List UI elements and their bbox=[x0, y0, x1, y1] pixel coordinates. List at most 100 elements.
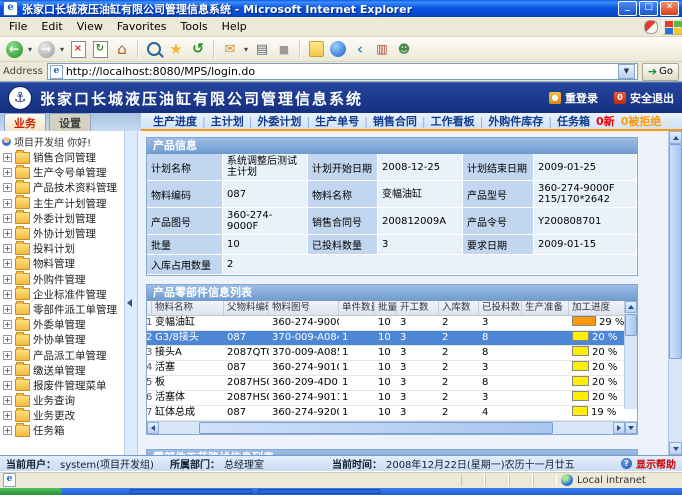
tab-1[interactable]: 设置 bbox=[49, 113, 91, 131]
column-header-9[interactable]: 加工进度 bbox=[569, 301, 627, 315]
sidebar-item-6[interactable]: +投料计划 bbox=[0, 241, 124, 256]
column-header-2[interactable]: 物料图号 bbox=[269, 301, 339, 315]
discuss-button[interactable] bbox=[306, 39, 326, 59]
scroll-down-icon[interactable] bbox=[625, 422, 637, 434]
expand-icon[interactable]: + bbox=[3, 214, 12, 223]
address-input[interactable]: e http://localhost:8080/MPS/login.do ▼ bbox=[47, 63, 638, 80]
relogin-button[interactable]: ● 重登录 bbox=[549, 90, 598, 106]
nav-item-2[interactable]: 外委计划 bbox=[257, 113, 301, 129]
mail-button[interactable]: ✉ bbox=[220, 39, 240, 59]
back-dropdown[interactable]: ▾ bbox=[26, 45, 34, 54]
sidebar-item-0[interactable]: +销售合同管理 bbox=[0, 150, 124, 165]
page-scrollbar[interactable] bbox=[668, 131, 682, 455]
expand-icon[interactable]: + bbox=[3, 229, 12, 238]
sidebar-item-18[interactable]: +任务箱 bbox=[0, 423, 124, 438]
menu-item-favorites[interactable]: Favorites bbox=[110, 18, 174, 35]
nav-item-4[interactable]: 销售合同 bbox=[373, 113, 417, 129]
stop-button[interactable]: × bbox=[68, 39, 88, 59]
expand-icon[interactable]: + bbox=[3, 396, 12, 405]
sidebar-item-5[interactable]: +外协计划管理 bbox=[0, 226, 124, 241]
sidebar-item-1[interactable]: +生产令号单管理 bbox=[0, 165, 124, 180]
search-button[interactable] bbox=[144, 39, 164, 59]
menu-item-file[interactable]: File bbox=[2, 18, 34, 35]
column-header-0[interactable]: 物料名称 bbox=[152, 301, 224, 315]
table-row[interactable]: 3接头A2087QT002370-009-A085011032820 % bbox=[147, 346, 625, 361]
forward-button[interactable]: → bbox=[36, 39, 56, 59]
nav-item-5[interactable]: 工作看板 bbox=[431, 113, 475, 129]
sidebar-item-14[interactable]: +缴送单管理 bbox=[0, 363, 124, 378]
column-header-5[interactable]: 开工数 bbox=[397, 301, 439, 315]
sidebar-item-10[interactable]: +零部件派工单管理 bbox=[0, 302, 124, 317]
expand-icon[interactable]: + bbox=[3, 275, 12, 284]
sidebar-item-15[interactable]: +报废件管理菜单 bbox=[0, 378, 124, 393]
expand-icon[interactable]: + bbox=[3, 335, 12, 344]
page-scroll-down-icon[interactable] bbox=[669, 442, 682, 455]
quicklink-button[interactable]: ‹ bbox=[350, 39, 370, 59]
print-button[interactable]: ▤ bbox=[252, 39, 272, 59]
expand-icon[interactable]: + bbox=[3, 290, 12, 299]
sidebar-item-7[interactable]: +物料管理 bbox=[0, 256, 124, 271]
table-row[interactable]: 6活塞体2087HS002360-274-9011W11032320 % bbox=[147, 391, 625, 406]
expand-icon[interactable]: + bbox=[3, 305, 12, 314]
forward-dropdown[interactable]: ▾ bbox=[58, 45, 66, 54]
table-row[interactable]: 1变幅油缸360-274-9000F1032329 % bbox=[147, 316, 625, 331]
favorites-button[interactable]: ★ bbox=[166, 39, 186, 59]
history-button[interactable]: ↺ bbox=[188, 39, 208, 59]
expand-icon[interactable]: + bbox=[3, 426, 12, 435]
table-row[interactable]: 2G3/8接头087370-009-A084011032820 % bbox=[147, 331, 625, 346]
minimize-button[interactable]: _ bbox=[618, 1, 637, 16]
menu-item-help[interactable]: Help bbox=[215, 18, 254, 35]
sidebar-scroll-track[interactable] bbox=[125, 131, 138, 455]
address-dropdown[interactable]: ▼ bbox=[618, 64, 635, 79]
column-header-7[interactable]: 已投料数 bbox=[479, 301, 522, 315]
column-header-6[interactable]: 入库数 bbox=[439, 301, 479, 315]
refresh-button[interactable]: ↻ bbox=[90, 39, 110, 59]
page-scroll-thumb[interactable] bbox=[669, 144, 682, 359]
nav-badge-0[interactable]: 0新 bbox=[596, 113, 615, 129]
nav-badge-1[interactable]: 0被拒绝 bbox=[621, 113, 662, 129]
maximize-button[interactable]: □ bbox=[639, 1, 658, 16]
sidebar-item-4[interactable]: +外委计划管理 bbox=[0, 211, 124, 226]
go-button[interactable]: ➔ Go bbox=[642, 63, 679, 81]
expand-icon[interactable]: + bbox=[3, 168, 12, 177]
sidebar-item-16[interactable]: +业务查询 bbox=[0, 393, 124, 408]
expand-icon[interactable]: + bbox=[3, 320, 12, 329]
expand-icon[interactable]: + bbox=[3, 381, 12, 390]
start-button-sliver[interactable] bbox=[0, 488, 62, 495]
expand-icon[interactable]: + bbox=[3, 183, 12, 192]
sidebar-item-13[interactable]: +产品派工单管理 bbox=[0, 347, 124, 362]
sidebar-item-11[interactable]: +外委单管理 bbox=[0, 317, 124, 332]
scroll-right-icon[interactable] bbox=[613, 422, 625, 434]
sidebar-item-17[interactable]: +业务更改 bbox=[0, 408, 124, 423]
nav-item-0[interactable]: 生产进度 bbox=[153, 113, 197, 129]
expand-icon[interactable]: + bbox=[3, 153, 12, 162]
expand-icon[interactable]: + bbox=[3, 351, 12, 360]
expand-icon[interactable]: + bbox=[3, 366, 12, 375]
close-button[interactable]: ✕ bbox=[660, 1, 679, 16]
menu-item-edit[interactable]: Edit bbox=[34, 18, 69, 35]
back-button[interactable]: ← bbox=[4, 39, 24, 59]
scroll-left-icon[interactable] bbox=[147, 422, 159, 434]
expand-icon[interactable]: + bbox=[3, 199, 12, 208]
sidebar-item-3[interactable]: +主生产计划管理 bbox=[0, 196, 124, 211]
logout-button[interactable]: 0 安全退出 bbox=[614, 90, 674, 106]
nav-item-1[interactable]: 主计划 bbox=[211, 113, 244, 129]
nav-item-7[interactable]: 任务箱 bbox=[557, 113, 590, 129]
expand-icon[interactable]: + bbox=[3, 259, 12, 268]
column-header-4[interactable]: 批量 bbox=[375, 301, 397, 315]
column-header-1[interactable]: 父物料编码 bbox=[224, 301, 269, 315]
edit-button[interactable]: ■ bbox=[274, 39, 294, 59]
show-help-link[interactable]: 显示帮助 bbox=[636, 456, 676, 471]
page-scroll-up-icon[interactable] bbox=[669, 131, 682, 144]
parts-vertical-scrollbar[interactable] bbox=[624, 301, 637, 409]
table-row[interactable]: 7缸体总成087360-274-9200F11032419 % bbox=[147, 406, 625, 421]
expand-icon[interactable]: + bbox=[3, 244, 12, 253]
parts-horizontal-scrollbar[interactable] bbox=[147, 421, 637, 434]
table-row[interactable]: 5板2087HS002360-209-4D01011032820 % bbox=[147, 376, 625, 391]
expand-icon[interactable]: + bbox=[3, 411, 12, 420]
taskbar-button[interactable] bbox=[130, 489, 252, 494]
column-header-3[interactable]: 单件数量 bbox=[339, 301, 375, 315]
tab-0[interactable]: 业务 bbox=[4, 113, 46, 131]
contacts-button[interactable]: ☻ bbox=[394, 39, 414, 59]
menu-item-tools[interactable]: Tools bbox=[174, 18, 215, 35]
